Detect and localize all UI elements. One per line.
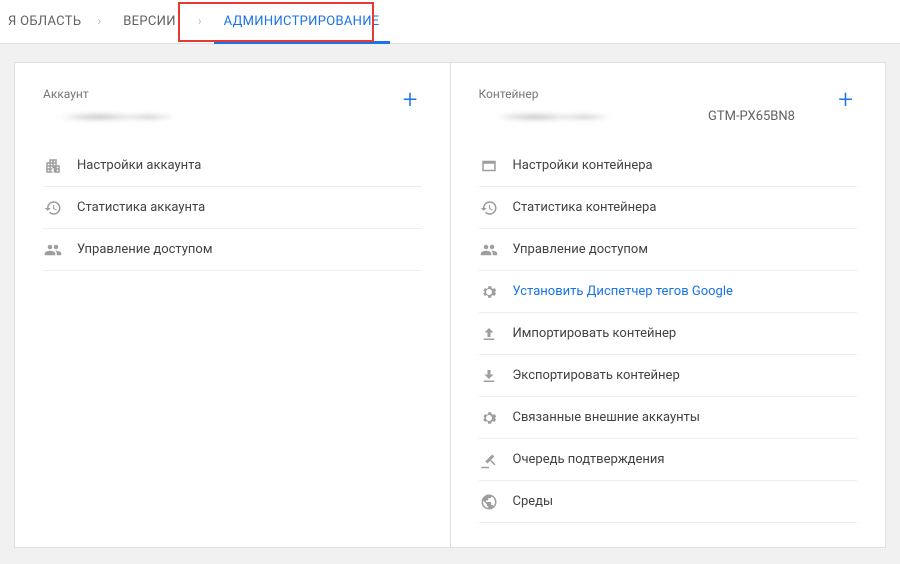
environments-item[interactable]: Среды: [479, 481, 858, 523]
history-icon: [479, 198, 499, 218]
account-header: Аккаунт: [43, 87, 183, 101]
account-column: Аккаунт + Настройки аккаунта Статистика …: [15, 63, 451, 547]
menu-label: Очередь подтверждения: [513, 452, 665, 467]
container-column: Контейнер + GTM-PX65BN8 Настройки контей…: [451, 63, 886, 547]
gear-icon: [479, 408, 499, 428]
download-icon: [479, 366, 499, 386]
menu-label: Экспортировать контейнер: [513, 368, 680, 383]
container-header: Контейнер: [479, 87, 619, 101]
approval-queue-item[interactable]: Очередь подтверждения: [479, 439, 858, 481]
install-gtm-item[interactable]: Установить Диспетчер тегов Google: [479, 271, 858, 313]
add-account-button[interactable]: +: [399, 87, 422, 113]
building-icon: [43, 156, 63, 176]
menu-label: Настройки аккаунта: [77, 158, 201, 173]
tab-workspace[interactable]: Я ОБЛАСТЬ: [0, 0, 93, 44]
tab-label: Я ОБЛАСТЬ: [8, 14, 81, 29]
browser-icon: [479, 156, 499, 176]
export-container-item[interactable]: Экспортировать контейнер: [479, 355, 858, 397]
gavel-icon: [479, 450, 499, 470]
gear-icon: [479, 282, 499, 302]
menu-label: Настройки контейнера: [513, 158, 653, 173]
top-tabs: Я ОБЛАСТЬ › ВЕРСИИ › АДМИНИСТРИРОВАНИЕ: [0, 0, 900, 44]
external-accounts-item[interactable]: Связанные внешние аккаунты: [479, 397, 858, 439]
tab-admin[interactable]: АДМИНИСТРИРОВАНИЕ: [206, 0, 398, 44]
chevron-right-icon: ›: [198, 14, 202, 29]
container-name-redacted: [479, 109, 619, 125]
tab-label: ВЕРСИИ: [123, 14, 176, 29]
container-settings-item[interactable]: Настройки контейнера: [479, 145, 858, 187]
chevron-right-icon: ›: [97, 14, 101, 29]
tab-label: АДМИНИСТРИРОВАНИЕ: [224, 14, 380, 29]
menu-label: Установить Диспетчер тегов Google: [513, 284, 733, 299]
menu-label: Импортировать контейнер: [513, 326, 677, 341]
people-icon: [479, 240, 499, 260]
tab-versions[interactable]: ВЕРСИИ: [105, 0, 194, 44]
account-access-item[interactable]: Управление доступом: [43, 229, 422, 271]
menu-label: Управление доступом: [513, 242, 648, 257]
upload-icon: [479, 324, 499, 344]
menu-label: Статистика контейнера: [513, 200, 657, 215]
import-container-item[interactable]: Импортировать контейнер: [479, 313, 858, 355]
account-settings-item[interactable]: Настройки аккаунта: [43, 145, 422, 187]
people-icon: [43, 240, 63, 260]
history-icon: [43, 198, 63, 218]
menu-label: Статистика аккаунта: [77, 200, 205, 215]
admin-panel: Аккаунт + Настройки аккаунта Статистика …: [14, 62, 886, 548]
container-activity-item[interactable]: Статистика контейнера: [479, 187, 858, 229]
globe-icon: [479, 492, 499, 512]
account-activity-item[interactable]: Статистика аккаунта: [43, 187, 422, 229]
add-container-button[interactable]: +: [834, 87, 857, 113]
container-access-item[interactable]: Управление доступом: [479, 229, 858, 271]
menu-label: Среды: [513, 494, 554, 509]
menu-label: Связанные внешние аккаунты: [513, 410, 700, 425]
account-name-redacted: [43, 109, 183, 125]
container-id: GTM-PX65BN8: [708, 109, 795, 124]
menu-label: Управление доступом: [77, 242, 212, 257]
